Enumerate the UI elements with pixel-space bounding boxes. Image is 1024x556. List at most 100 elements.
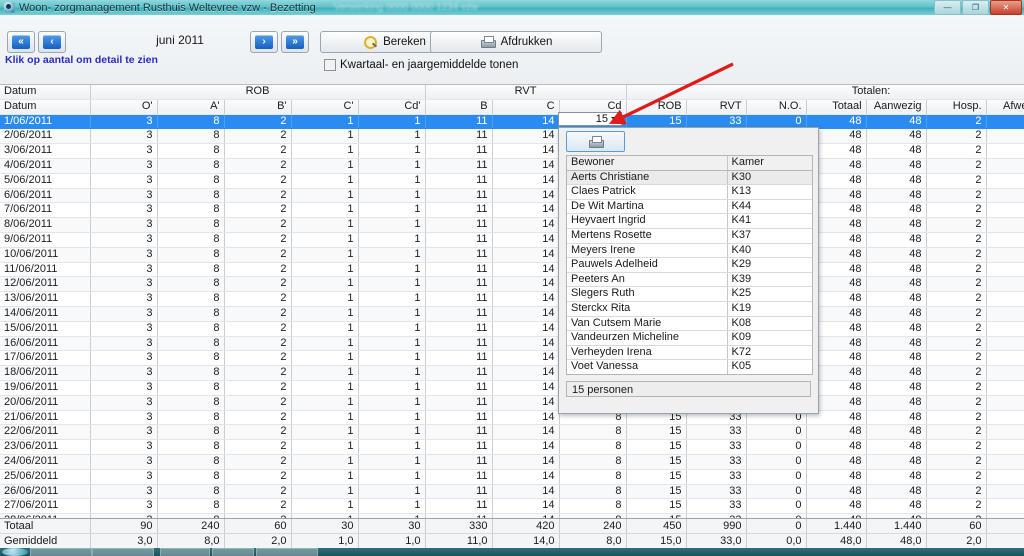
cell-hosp[interactable]: 2 <box>926 262 987 278</box>
cell-o[interactable]: 3 <box>90 306 158 322</box>
cell-cd[interactable]: 1 <box>358 498 426 515</box>
table-row[interactable]: 4/06/20113821111148153304848209 <box>0 158 1024 174</box>
cell-b[interactable]: 2 <box>224 128 292 145</box>
grid-column-header-b-3[interactable]: B' <box>224 99 292 115</box>
chevron-down-icon[interactable] <box>611 117 619 121</box>
cell-aanwezig[interactable]: 48 <box>866 276 927 293</box>
table-row[interactable]: 13/06/20113821111148153304848209 <box>0 291 1024 307</box>
quarterly-average-checkbox[interactable] <box>324 59 336 71</box>
cell-aanwezig[interactable]: 48 <box>866 321 927 337</box>
occupancy-grid[interactable]: Datum ROB RVT Totalen: Datum O' A' B' C' Cd' B C Cd… <box>0 84 1024 537</box>
cell-b[interactable]: 11 <box>425 454 493 470</box>
cell-c[interactable]: 14 <box>492 350 560 367</box>
cell-b[interactable]: 11 <box>425 247 493 263</box>
cell-afwezig[interactable]: 0 <box>986 114 1024 130</box>
cell-aanwezig[interactable]: 48 <box>866 454 927 470</box>
list-item[interactable]: Sterckx Rita K19 <box>567 301 812 317</box>
cell-datum[interactable]: 4/06/2011 <box>0 158 91 174</box>
cell-o[interactable]: 3 <box>90 114 158 130</box>
cell-afwezig[interactable]: 0 <box>986 247 1024 263</box>
cell-b[interactable]: 11 <box>425 173 493 189</box>
cell-c[interactable]: 14 <box>492 158 560 174</box>
rob-total-dropdown-cell[interactable]: 15 <box>558 112 622 126</box>
cell-b[interactable]: 2 <box>224 143 292 159</box>
cell-aanwezig[interactable]: 48 <box>866 365 927 381</box>
cell-c[interactable]: 14 <box>492 173 560 189</box>
cell-datum[interactable]: 20/06/2011 <box>0 395 91 411</box>
cell-totaal[interactable]: 48 <box>806 439 867 455</box>
cell-rvt[interactable]: 33 <box>686 498 747 515</box>
cell-o[interactable]: 3 <box>90 498 158 515</box>
taskbar-item[interactable] <box>160 548 210 556</box>
cell-hosp[interactable]: 2 <box>926 143 987 159</box>
os-taskbar[interactable] <box>0 548 1024 556</box>
cell-b[interactable]: 11 <box>425 469 493 485</box>
list-item[interactable]: Heyvaert Ingrid K41 <box>567 213 812 229</box>
cell-b[interactable]: 2 <box>224 306 292 322</box>
cell-hosp[interactable]: 2 <box>926 321 987 337</box>
cell-afwezig[interactable]: 0 <box>986 321 1024 337</box>
cell-c[interactable]: 14 <box>492 424 560 441</box>
cell-b[interactable]: 11 <box>425 395 493 411</box>
grid-column-header-aanwezig-13[interactable]: Aanwezig <box>866 99 927 115</box>
cell-afwezig[interactable]: 0 <box>986 143 1024 159</box>
cell-datum[interactable]: 12/06/2011 <box>0 276 91 293</box>
cell-a[interactable]: 8 <box>157 454 225 470</box>
cell-hosp[interactable]: 2 <box>926 336 987 352</box>
cell-c[interactable]: 14 <box>492 247 560 263</box>
cell-o[interactable]: 3 <box>90 469 158 485</box>
cell-b[interactable]: 11 <box>425 158 493 174</box>
cell-b[interactable]: 2 <box>224 395 292 411</box>
table-row[interactable]: 16/06/20113821111148153304848209 <box>0 336 1024 352</box>
cell-totaal[interactable]: 48 <box>806 424 867 441</box>
cell-datum[interactable]: 17/06/2011 <box>0 350 91 367</box>
cell-aanwezig[interactable]: 48 <box>866 158 927 174</box>
table-row[interactable]: 5/06/20113821111148153304848209 <box>0 173 1024 189</box>
cell-a[interactable]: 8 <box>157 336 225 352</box>
cell-totaal[interactable]: 48 <box>806 454 867 470</box>
cell-afwezig[interactable]: 0 <box>986 424 1024 441</box>
cell-cd[interactable]: 1 <box>358 365 426 381</box>
afdrukken-button[interactable]: Afdrukken <box>430 31 602 53</box>
cell-b[interactable]: 2 <box>224 484 292 500</box>
cell-a[interactable]: 8 <box>157 247 225 263</box>
cell-no[interactable]: 0 <box>746 484 807 500</box>
cell-hosp[interactable]: 2 <box>926 498 987 515</box>
close-button[interactable]: ✕ <box>990 0 1022 15</box>
table-row[interactable]: 27/06/20113821111148153304848209 <box>0 498 1024 515</box>
cell-hosp[interactable]: 2 <box>926 395 987 411</box>
cell-cd[interactable]: 1 <box>358 202 426 219</box>
cell-aanwezig[interactable]: 48 <box>866 232 927 248</box>
cell-afwezig[interactable]: 0 <box>986 498 1024 515</box>
cell-cd[interactable]: 1 <box>358 262 426 278</box>
cell-cd[interactable]: 1 <box>358 395 426 411</box>
cell-c[interactable]: 14 <box>492 276 560 293</box>
cell-c[interactable]: 1 <box>291 469 359 485</box>
cell-cd[interactable]: 1 <box>358 321 426 337</box>
cell-b[interactable]: 2 <box>224 424 292 441</box>
cell-b[interactable]: 2 <box>224 321 292 337</box>
popup-print-button[interactable] <box>566 131 625 152</box>
cell-c[interactable]: 14 <box>492 143 560 159</box>
table-row[interactable]: 2/06/20113821111148153304848209 <box>0 128 1024 145</box>
cell-rob[interactable]: 15 <box>626 424 687 441</box>
cell-c[interactable]: 14 <box>492 232 560 248</box>
cell-cd[interactable]: 1 <box>358 217 426 233</box>
cell-o[interactable]: 3 <box>90 188 158 204</box>
cell-hosp[interactable]: 2 <box>926 424 987 441</box>
cell-o[interactable]: 3 <box>90 202 158 219</box>
cell-b[interactable]: 2 <box>224 202 292 219</box>
cell-b[interactable]: 2 <box>224 173 292 189</box>
cell-a[interactable]: 8 <box>157 173 225 189</box>
list-item[interactable]: Van Cutsem Marie K08 <box>567 316 812 332</box>
cell-c[interactable]: 1 <box>291 128 359 145</box>
cell-hosp[interactable]: 2 <box>926 202 987 219</box>
cell-b[interactable]: 2 <box>224 247 292 263</box>
cell-rvt[interactable]: 33 <box>686 484 747 500</box>
cell-a[interactable]: 8 <box>157 128 225 145</box>
cell-a[interactable]: 8 <box>157 276 225 293</box>
cell-c[interactable]: 1 <box>291 158 359 174</box>
cell-hosp[interactable]: 2 <box>926 350 987 367</box>
table-row[interactable]: 15/06/20113821111148153304848209 <box>0 321 1024 337</box>
cell-aanwezig[interactable]: 48 <box>866 173 927 189</box>
